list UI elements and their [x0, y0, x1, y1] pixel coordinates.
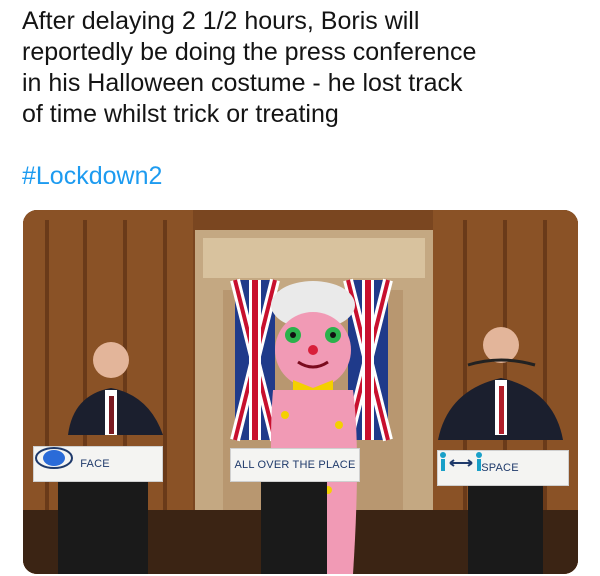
press-conference-scene — [23, 210, 578, 574]
podium-right — [468, 480, 543, 574]
hashtag-link[interactable]: #Lockdown2 — [22, 161, 162, 192]
podium-sign-center: ALL OVER THE PLACE — [230, 448, 360, 482]
podium-sign-left: FACE — [33, 446, 163, 482]
podium-sign-left-label: FACE — [80, 458, 110, 470]
podium-sign-right-label: SPACE — [481, 462, 519, 474]
podium-center — [261, 475, 327, 574]
podium-sign-right: SPACE — [437, 450, 569, 486]
tweet-text: After delaying 2 1/2 hours, Boris will r… — [22, 7, 477, 128]
podium-left — [58, 475, 148, 574]
podium-sign-center-label: ALL OVER THE PLACE — [234, 459, 356, 471]
tweet-photo[interactable]: FACE ALL OVER THE PLACE SPACE — [23, 210, 578, 574]
union-flag-left — [230, 278, 280, 442]
